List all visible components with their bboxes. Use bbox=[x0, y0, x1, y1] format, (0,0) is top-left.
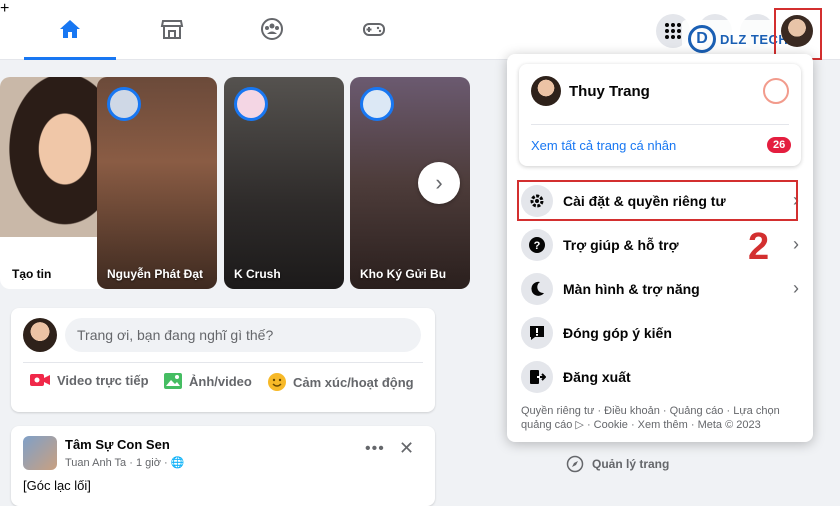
grid-icon bbox=[665, 23, 681, 39]
story-avatar bbox=[360, 87, 394, 121]
watermark-logo-mark: D bbox=[688, 25, 716, 53]
story-avatar bbox=[234, 87, 268, 121]
composer-input[interactable]: Trang ơi, bạn đang nghĩ gì thế? bbox=[65, 318, 421, 352]
live-video-icon bbox=[30, 374, 50, 386]
menu-item-label: Đóng góp ý kiến bbox=[563, 325, 672, 341]
see-all-profiles-link[interactable]: Xem tất cả trang cá nhân bbox=[531, 138, 676, 153]
composer-avatar bbox=[23, 318, 57, 352]
profile-divider bbox=[531, 124, 789, 125]
smiley-icon bbox=[268, 373, 286, 391]
profiles-badge: 26 bbox=[767, 137, 792, 153]
menu-item-give-feedback[interactable]: Đóng góp ý kiến bbox=[519, 313, 803, 353]
post-time: · 1 giờ · bbox=[129, 457, 168, 469]
post-meta: Tuan Anh Ta · 1 giờ · 🌐 bbox=[65, 456, 184, 469]
logout-icon bbox=[521, 361, 553, 393]
nav-tab-groups[interactable] bbox=[226, 0, 318, 58]
svg-text:?: ? bbox=[534, 240, 541, 252]
post-group-name[interactable]: Tâm Sự Con Sen bbox=[65, 437, 170, 452]
profile-avatar bbox=[531, 76, 561, 106]
help-icon: ? bbox=[521, 229, 553, 261]
menu-item-label: Trợ giúp & hỗ trợ bbox=[563, 237, 679, 253]
annotation-box-2 bbox=[517, 180, 798, 221]
story-card[interactable]: Nguyễn Phát Đạt bbox=[97, 77, 217, 289]
manage-pages-link[interactable]: Quản lý trang bbox=[566, 455, 669, 473]
annotation-step-2: 2 bbox=[748, 226, 770, 268]
live-video-label: Video trực tiếp bbox=[57, 372, 149, 388]
menu-item-log-out[interactable]: Đăng xuất bbox=[519, 357, 803, 397]
plus-icon[interactable]: + bbox=[0, 0, 118, 18]
manage-pages-label: Quản lý trang bbox=[592, 457, 670, 471]
groups-icon bbox=[261, 18, 283, 40]
globe-icon: 🌐 bbox=[170, 457, 185, 469]
menu-item-label: Màn hình & trợ năng bbox=[563, 281, 700, 297]
switch-profile-icon[interactable] bbox=[763, 78, 789, 104]
home-icon bbox=[60, 20, 80, 38]
story-author: Kho Ký Gửi Bu bbox=[360, 267, 447, 281]
profile-card[interactable]: Thuy Trang Xem tất cả trang cá nhân 26 bbox=[519, 64, 801, 166]
chevron-right-icon: › bbox=[793, 278, 799, 298]
live-video-button[interactable]: Video trực tiếp bbox=[29, 372, 149, 388]
chevron-right-icon: › bbox=[435, 170, 443, 195]
story-avatar bbox=[107, 87, 141, 121]
compass-icon bbox=[566, 455, 584, 473]
feeling-activity-button[interactable]: Cảm xúc/hoạt động bbox=[267, 372, 414, 392]
annotation-box-1 bbox=[774, 8, 822, 60]
photo-icon bbox=[164, 373, 182, 389]
story-author: K Crush bbox=[234, 267, 281, 281]
top-navigation-bar: D DLZ TECH bbox=[0, 0, 840, 60]
post-composer: Trang ơi, bạn đang nghĩ gì thế? Video tr… bbox=[11, 308, 435, 412]
photo-video-label: Ảnh/video bbox=[189, 373, 252, 389]
photo-video-button[interactable]: Ảnh/video bbox=[163, 372, 252, 390]
menu-item-display-accessibility[interactable]: Màn hình & trợ năng › bbox=[519, 269, 803, 309]
post-body: [Góc lạc lối] bbox=[23, 478, 91, 493]
feeling-activity-label: Cảm xúc/hoạt động bbox=[293, 374, 414, 390]
story-card[interactable]: K Crush bbox=[224, 77, 344, 289]
feedback-icon bbox=[521, 317, 553, 349]
more-options-icon[interactable]: ••• bbox=[365, 440, 385, 458]
feed-post: Tâm Sự Con Sen Tuan Anh Ta · 1 giờ · 🌐 •… bbox=[11, 426, 435, 506]
footer-links[interactable]: Quyền riêng tư · Điều khoản · Quảng cáo … bbox=[521, 404, 801, 432]
post-group-avatar[interactable] bbox=[23, 436, 57, 470]
gaming-icon bbox=[363, 23, 385, 36]
create-story-label: Tạo tin bbox=[12, 267, 52, 281]
close-icon[interactable]: ✕ bbox=[399, 438, 414, 459]
composer-divider bbox=[23, 362, 423, 363]
chevron-right-icon: › bbox=[793, 234, 799, 254]
marketplace-icon bbox=[160, 20, 184, 39]
menu-item-label: Đăng xuất bbox=[563, 369, 631, 385]
moon-icon bbox=[521, 273, 553, 305]
stories-next-button[interactable]: › bbox=[418, 162, 460, 204]
profile-name: Thuy Trang bbox=[569, 83, 650, 100]
nav-tab-marketplace[interactable] bbox=[126, 0, 218, 58]
story-author: Nguyễn Phát Đạt bbox=[107, 267, 204, 281]
nav-tab-gaming[interactable] bbox=[328, 0, 420, 58]
post-author[interactable]: Tuan Anh Ta bbox=[65, 457, 126, 469]
